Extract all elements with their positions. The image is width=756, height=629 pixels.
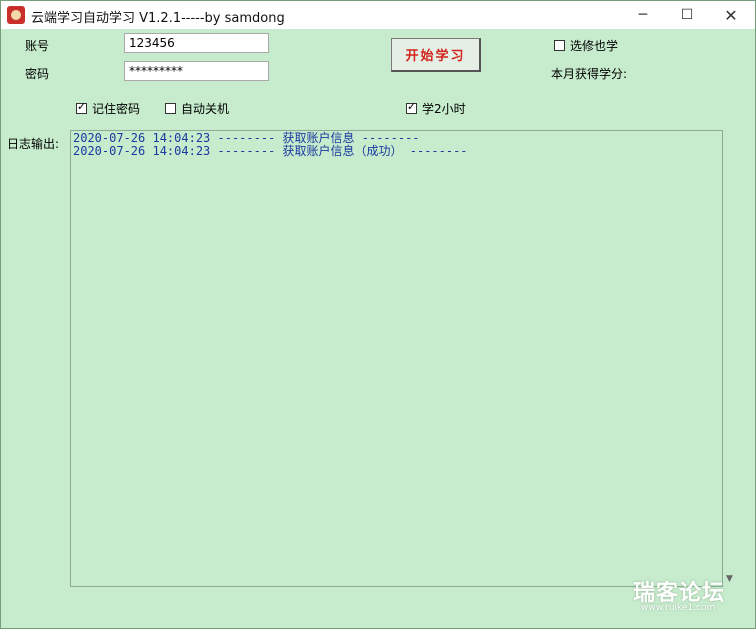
account-label: 账号 (25, 39, 50, 53)
remember-password-label: 记住密码 (92, 102, 141, 116)
start-study-button[interactable]: 开始学习 (391, 38, 481, 72)
study-2h-checkbox[interactable]: 学2小时 (406, 100, 466, 117)
window-title: 云端学习自动学习 V1.2.1-----by samdong (31, 11, 285, 26)
watermark-url: www.ruike1.com (641, 603, 716, 613)
app-icon (7, 6, 25, 24)
log-line: 2020-07-26 14:04:23 -------- 获取账户信息（成功） … (73, 144, 468, 158)
scroll-down-arrow-icon[interactable]: ▼ (726, 574, 733, 584)
title-bar[interactable]: 云端学习自动学习 V1.2.1-----by samdong ─ ☐ ✕ (1, 1, 755, 29)
account-input[interactable]: 123456 (124, 33, 269, 53)
auto-shutdown-label: 自动关机 (181, 102, 230, 116)
monthly-credits-label: 本月获得学分: (551, 67, 628, 81)
password-input[interactable]: ********* (124, 61, 269, 81)
auto-shutdown-checkbox[interactable]: 自动关机 (165, 100, 229, 117)
log-scrollbar[interactable]: ▼ (723, 130, 741, 587)
elective-label: 选修也学 (570, 39, 619, 53)
checkbox-icon (165, 103, 176, 114)
checkbox-icon (406, 100, 417, 114)
log-label: 日志输出: (7, 137, 60, 151)
app-window: 云端学习自动学习 V1.2.1-----by samdong ─ ☐ ✕ 账号 … (0, 0, 756, 629)
checkbox-icon (76, 100, 87, 114)
elective-checkbox[interactable]: 选修也学 (554, 37, 618, 54)
log-output[interactable]: 2020-07-26 14:04:23 -------- 获取账户信息 ----… (70, 130, 723, 587)
minimize-button[interactable]: ─ (621, 1, 665, 29)
password-label: 密码 (25, 67, 50, 81)
study-2h-label: 学2小时 (422, 102, 466, 116)
checkbox-icon (554, 40, 565, 51)
remember-password-checkbox[interactable]: 记住密码 (76, 100, 140, 117)
close-button[interactable]: ✕ (709, 1, 753, 29)
maximize-button[interactable]: ☐ (665, 1, 709, 29)
